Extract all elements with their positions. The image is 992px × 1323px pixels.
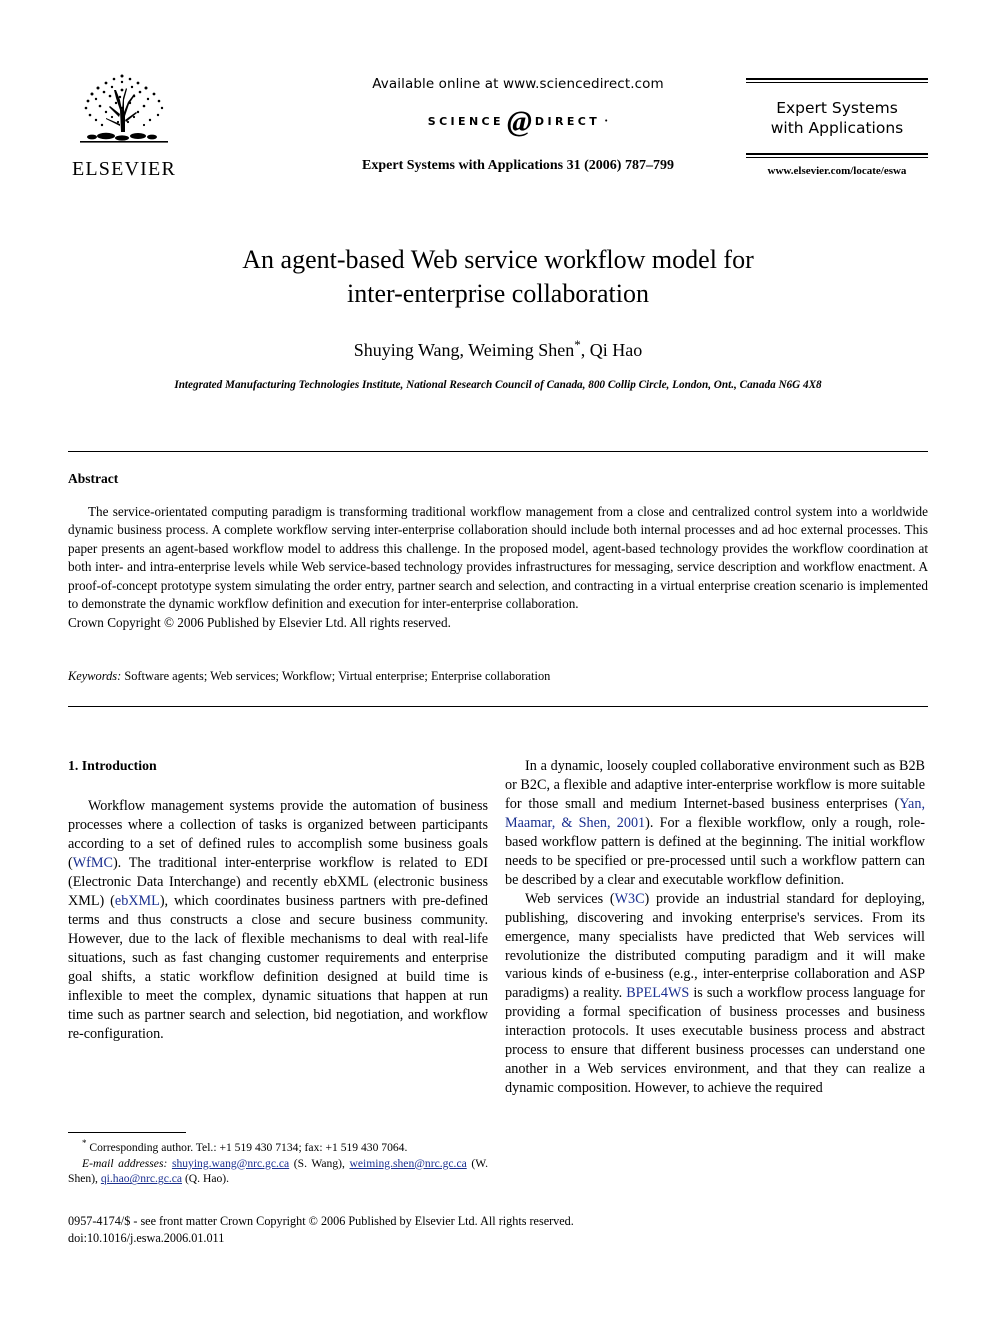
email-link-weiming-shen[interactable]: weiming.shen@nrc.gc.ca [350, 1157, 467, 1170]
section-heading-introduction: 1. Introduction [68, 758, 157, 773]
masthead-title: Expert Systems with Applications [746, 83, 928, 153]
footnote-block: * Corresponding author. Tel.: +1 519 430… [68, 1132, 488, 1187]
footnote-corresponding-text: Corresponding author. Tel.: +1 519 430 7… [89, 1140, 408, 1154]
elsevier-logo: ELSEVIER [68, 70, 180, 180]
issn-copyright-line: 0957-4174/$ - see front matter Crown Cop… [68, 1214, 574, 1228]
email-link-qi-hao[interactable]: qi.hao@nrc.gc.ca [101, 1172, 182, 1185]
at-sign-icon: @ [506, 105, 532, 138]
sciencedirect-direct-text: DIRECT [534, 114, 601, 128]
right-paragraph-2: Web services (W3C) provide an industrial… [505, 890, 925, 1098]
citation-ebxml-link[interactable]: ebXML [115, 893, 160, 909]
paper-title-line2: inter-enterprise collaboration [347, 279, 649, 309]
author-names-tail: , Qi Hao [580, 339, 643, 360]
keywords-value: Software agents; Web services; Workflow;… [124, 669, 551, 683]
sciencedirect-science-text: SCIENCE [427, 114, 504, 128]
right-paragraph-1: In a dynamic, loosely coupled collaborat… [505, 757, 925, 890]
trademark-icon: • [604, 117, 609, 125]
email-name-1: (S. Wang), [293, 1156, 345, 1170]
page-footer: 0957-4174/$ - see front matter Crown Cop… [68, 1213, 928, 1248]
abstract-top-rule [68, 451, 928, 452]
footnote-emails: E-mail addresses: shuying.wang@nrc.gc.ca… [68, 1156, 488, 1188]
available-online-text: Available online at www.sciencedirect.co… [372, 76, 664, 92]
page-title: An agent-based Web service workflow mode… [68, 243, 928, 312]
citation-w3c-link[interactable]: W3C [615, 891, 645, 907]
journal-homepage-url: www.elsevier.com/locate/eswa [767, 164, 907, 177]
elsevier-wordmark: ELSEVIER [71, 158, 177, 180]
abstract-text: The service-orientated computing paradig… [68, 504, 928, 612]
paper-page: ELSEVIER Available online at www.science… [0, 0, 992, 1323]
left-p1-text-c: ), which coordinates business partners w… [68, 893, 488, 1042]
masthead-title-line1: Expert Systems [776, 99, 898, 117]
citation-wfmc-link[interactable]: WfMC [73, 855, 113, 871]
abstract-bottom-rule [68, 706, 928, 707]
right-p2-text-c: is such a workflow process language for … [505, 985, 925, 1097]
journal-masthead: Expert Systems with Applications www.els… [746, 78, 928, 177]
sciencedirect-logo: SCIENCE @ DIRECT • [268, 105, 768, 138]
footnote-rule [68, 1132, 186, 1133]
paper-title-line1: An agent-based Web service workflow mode… [242, 245, 754, 274]
abstract-copyright: Crown Copyright © 2006 Published by Else… [68, 614, 451, 630]
left-column: 1. Introduction Workflow management syst… [68, 757, 488, 1044]
footnote-corresponding-author: * Corresponding author. Tel.: +1 519 430… [68, 1137, 488, 1156]
citation-bpel4ws-link[interactable]: BPEL4WS [626, 985, 689, 1001]
author-names: Shuying Wang, Weiming Shen [353, 339, 575, 360]
keywords: Keywords: Software agents; Web services;… [68, 669, 928, 684]
email-link-shuying-wang[interactable]: shuying.wang@nrc.gc.ca [172, 1157, 289, 1170]
footnote-marker: * [82, 1138, 87, 1148]
doi-line: doi:10.1016/j.eswa.2006.01.011 [68, 1231, 225, 1246]
right-column: In a dynamic, loosely coupled collaborat… [505, 757, 925, 1098]
journal-reference: Expert Systems with Applications 31 (200… [362, 158, 674, 173]
footnote-email-label: E-mail addresses: [82, 1156, 168, 1170]
sciencedirect-block: Available online at www.sciencedirect.co… [268, 76, 768, 174]
right-p2-text-a: Web services ( [525, 890, 615, 907]
title-block: An agent-based Web service workflow mode… [68, 243, 928, 391]
right-p1-text-a: In a dynamic, loosely coupled collaborat… [505, 758, 925, 812]
email-name-3: (Q. Hao). [184, 1172, 230, 1186]
keywords-label: Keywords: [68, 669, 122, 683]
masthead-title-line2: with Applications [770, 118, 904, 137]
abstract-section: Abstract The service-orientated computin… [68, 471, 928, 632]
author-list: Shuying Wang, Weiming Shen*, Qi Hao [68, 337, 928, 361]
affiliation: Integrated Manufacturing Technologies In… [174, 378, 822, 391]
page-header: ELSEVIER Available online at www.science… [68, 66, 928, 206]
left-paragraph-1: Workflow management systems provide the … [68, 797, 488, 1043]
elsevier-tree-icon [80, 74, 168, 143]
abstract-heading: Abstract [68, 471, 119, 486]
